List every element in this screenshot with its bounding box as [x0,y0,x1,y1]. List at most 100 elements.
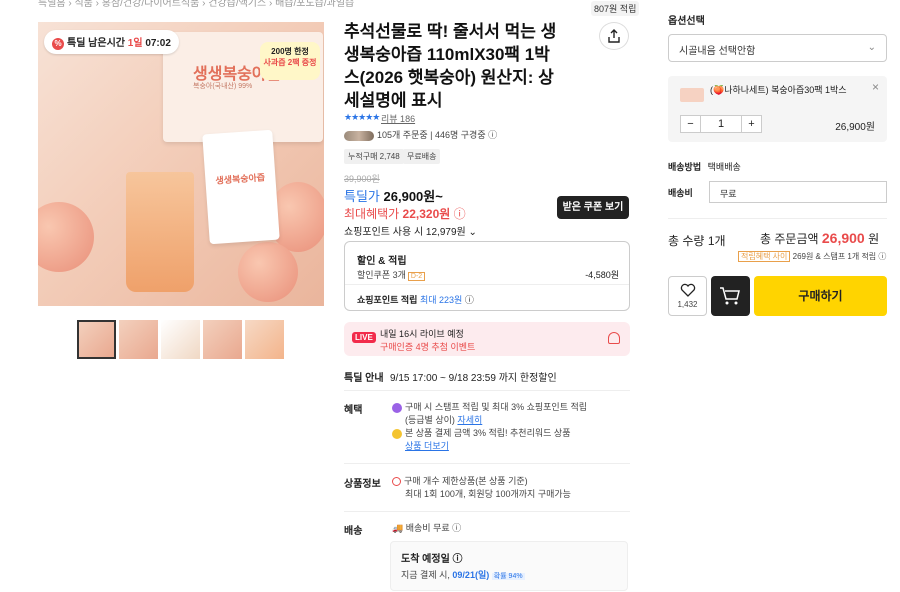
info-row: 상품정보 [344,475,390,490]
divider [344,463,630,464]
quantity-stepper[interactable]: −1 + [680,115,762,133]
heart-icon [680,283,695,297]
ship-method-value: 택배배송 [707,162,741,172]
coupon-button[interactable]: 받은 쿠폰 보기 [557,196,629,219]
juice-pouch: 생생복숭아즙 [202,129,280,245]
item-thumb [680,88,704,102]
promo-line-2: 사과즙 2팩 증정 [263,58,317,67]
quantity-value[interactable]: 1 [701,116,741,132]
thumbnail-5[interactable] [245,320,284,359]
share-icon [608,29,620,43]
rating-stars-icon: ★★★★★ [344,112,380,122]
live-tag: LIVE [352,332,376,343]
ship-fee-key: 배송비 [668,188,693,198]
deal-info-row: 특딜 안내 9/15 17:00 ~ 9/18 23:59 까지 한정할인 [344,369,557,384]
reward-row: 적립혜택 사이 269원 & 스탬프 1개 적립 ⓘ [738,251,886,262]
share-button[interactable] [599,22,629,50]
shopping-point-toggle[interactable]: 쇼핑포인트 사용 시 12,979원 ⌄ [344,223,477,238]
timer-label: 특딜 남은시간 [67,38,125,49]
coupon-row[interactable]: 할인쿠폰 3개 D-2 [357,268,426,281]
cart-button[interactable] [711,276,750,316]
close-icon[interactable]: × [872,80,879,94]
ship-fee-field: 무료 [709,181,887,203]
juice-glass [126,172,194,292]
arrival-probability: 확률 94% [491,573,525,580]
benefit-row: 혜택 [344,401,390,416]
info-2: 최대 1회 100개, 회원당 100개까지 구매가능 [405,489,571,499]
max-label: 최대혜택가 [344,207,400,221]
like-count: 1,432 [677,300,698,309]
breadcrumb[interactable]: 특딜홈 › 식품 › 홍삼/건강/다이어트식품 › 건강즙/액기스 › 배즙/포… [38,0,354,9]
option-select-value: 시골내음 선택안함 [679,46,756,57]
thumbnail-3[interactable] [161,320,200,359]
arrival-sub: 지금 결제 시, 09/21(일) 확률 94% [401,568,525,581]
max-price-value: 22,320원 [402,207,451,221]
coupon-tag: D-2 [407,272,426,281]
shopping-point-text: 쇼핑포인트 사용 시 12,979원 [344,227,466,238]
shipping-value: 🚚 배송비 무료 ⓘ [392,523,462,533]
total-price-value: 26,900 [821,230,865,246]
shipping-key: 배송 [344,526,363,537]
watching-count: 446명 구경중 [434,130,486,140]
promo-line-1: 200명 한정 [271,47,309,56]
peach-illustration [238,242,298,302]
arrival-title: 도착 예정일 ⓘ [401,554,463,565]
thumbnail-4[interactable] [203,320,242,359]
deal-timer: % 특딜 남은시간 1일 07:02 [44,30,179,54]
peach-illustration [38,202,94,272]
save-value: 최대 223원 [419,295,463,305]
pouch-label: 생생복숭아즙 [215,172,266,186]
chevron-down-icon: ⌄ [867,42,876,53]
selected-item-name: (🍑나하나세트) 복숭아즙30팩 1박스 [710,85,847,95]
deal-price: 특딜가 26,900원~ [344,186,443,205]
orders-count: 105개 주문중 [377,130,428,140]
divider [344,390,630,391]
shipping-fee-text: 배송비 무료 [405,523,450,533]
thumbnail-2[interactable] [119,320,158,359]
benefit-3: 본 상품 결제 금액 3% 적립! 추천리워드 상품 [405,428,571,438]
buy-button[interactable]: 구매하기 [754,276,887,316]
option-heading: 옵션선택 [668,16,705,27]
live-banner[interactable]: LIVE 내일 16시 라이브 예정 구매인증 4명 추첨 이벤트 [344,322,630,356]
like-button[interactable]: 1,432 [668,276,707,316]
total-price: 총 주문금액 26,900 원 [760,230,879,247]
divider [345,284,629,285]
save-label: 쇼핑포인트 적립 [357,295,418,305]
coin-icon [392,428,402,439]
live-title: 내일 16시 라이브 예정 [380,329,464,339]
info-1: 구매 개수 제한상품(본 상품 기준) [404,476,528,486]
deal-info-key: 특딜 안내 [344,373,384,384]
alert-icon [392,477,401,487]
reward-text: 269원 & 스탬프 1개 적립 [792,252,877,261]
more-products-link[interactable]: 상품 더보기 [405,441,449,451]
benefit-detail-link[interactable]: 자세히 [457,415,482,425]
info-key: 상품정보 [344,479,381,490]
coupon-label: 할인쿠폰 3개 [357,270,406,280]
selected-item-price: 26,900원 [835,122,875,133]
reward-tag: 적립혜택 사이 [738,251,791,262]
total-qty-value: 1개 [707,234,726,248]
percent-icon: % [52,38,64,50]
minus-button[interactable]: − [681,116,701,132]
plus-button[interactable]: + [741,116,761,132]
bell-icon[interactable] [608,332,620,344]
avatar-stack [344,130,374,141]
timer-time: 07:02 [145,38,171,49]
info-lines: 구매 개수 제한상품(본 상품 기준) 최대 1회 100개, 회원당 100개… [392,475,571,501]
benefit-1: 구매 시 스탬프 적립 및 최대 3% 쇼핑포인트 적립 [405,402,588,412]
arrival-sub-text: 지금 결제 시, [401,570,450,580]
review-link[interactable]: 리뷰 186 [381,112,415,125]
shipping-row: 배송 [344,522,390,537]
main-product-image[interactable]: 생생복숭아즙 복숭아(국내산) 99% 200명 한정 사과즙 2팩 증정 생생… [38,22,324,306]
free-ship-chip: 무료배송 [403,149,441,164]
sales-chip: 누적구매 2,748 [344,149,404,164]
buyer-stats: 105개 주문중 | 446명 구경중 ⓘ [344,128,497,141]
point-tag: 807원 적립 [591,1,640,16]
thumbnail-1[interactable] [77,320,116,359]
option-select[interactable]: 시골내음 선택안함 ⌄ [668,34,887,62]
stamp-icon [392,402,402,413]
original-price: 39,900원 [344,174,380,184]
divider [344,511,630,512]
promo-badge: 200명 한정 사과즙 2팩 증정 [260,42,320,80]
discount-title: 할인 & 적립 [357,256,407,267]
